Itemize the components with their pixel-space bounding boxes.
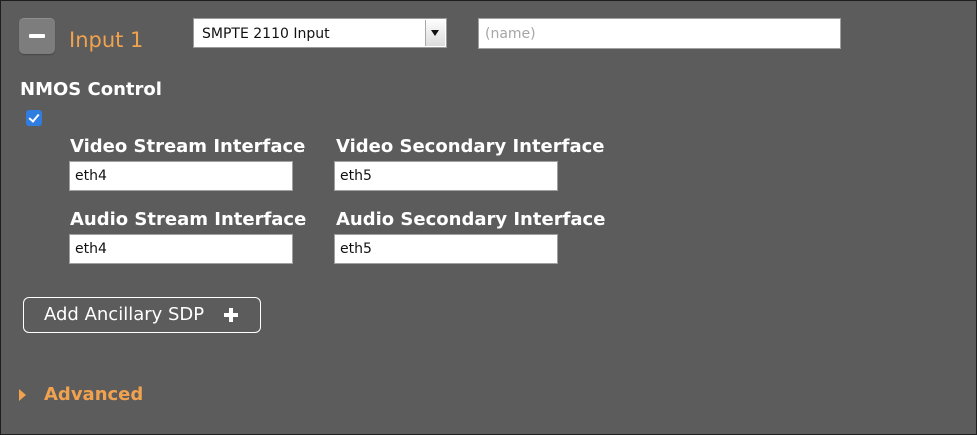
triangle-right-icon [19, 389, 26, 401]
audio-stream-interface-input[interactable] [69, 234, 293, 264]
nmos-control-label: NMOS Control [20, 79, 162, 100]
add-ancillary-sdp-button[interactable]: Add Ancillary SDP [23, 297, 261, 333]
nmos-control-checkbox[interactable] [26, 110, 42, 126]
video-stream-interface-label: Video Stream Interface [70, 136, 306, 157]
video-stream-interface-input[interactable] [69, 161, 293, 191]
audio-stream-interface-label: Audio Stream Interface [70, 209, 307, 230]
checkmark-icon [28, 111, 40, 123]
video-secondary-interface-label: Video Secondary Interface [336, 136, 605, 157]
video-secondary-interface-input[interactable] [334, 161, 558, 191]
input-type-select[interactable]: SMPTE 2110 Input [193, 18, 447, 48]
minus-icon [29, 34, 45, 38]
input-type-selected-value: SMPTE 2110 Input [202, 26, 330, 42]
audio-secondary-interface-input[interactable] [334, 234, 558, 264]
remove-input-button[interactable] [19, 18, 55, 54]
advanced-label: Advanced [44, 384, 144, 405]
input-name-field[interactable] [478, 18, 841, 49]
add-ancillary-sdp-label: Add Ancillary SDP [44, 304, 205, 325]
audio-secondary-interface-label: Audio Secondary Interface [336, 209, 606, 230]
dropdown-arrow-icon[interactable] [425, 20, 445, 46]
plus-icon [224, 308, 238, 322]
input-title: Input 1 [69, 28, 144, 52]
input-config-panel: Input 1 SMPTE 2110 Input NMOS Control Vi… [0, 0, 977, 435]
